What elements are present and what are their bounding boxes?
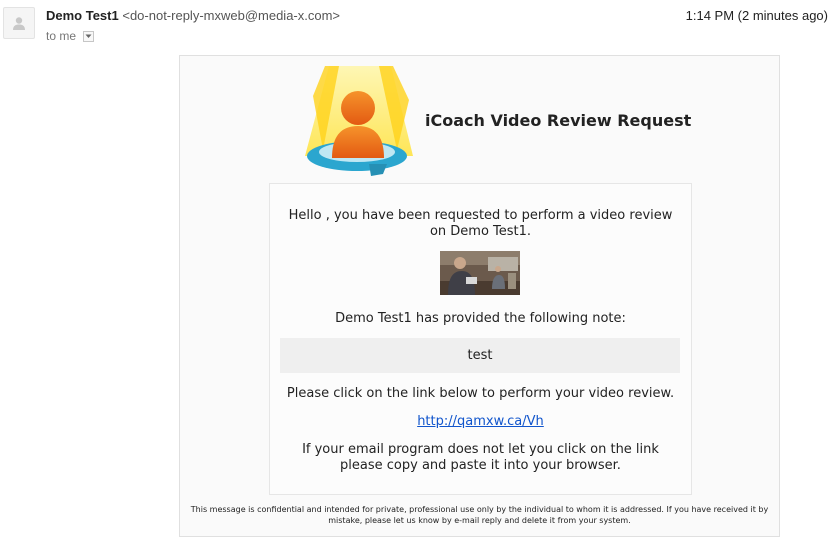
confidentiality-disclaimer: This message is confidential and intende… bbox=[190, 505, 769, 525]
recipient-label: to me bbox=[46, 29, 77, 43]
sender-email: <do-not-reply-mxweb@media-x.com> bbox=[122, 8, 341, 23]
email-title: iCoach Video Review Request bbox=[425, 111, 692, 130]
email-card: iCoach Video Review Request Hello , you … bbox=[179, 55, 780, 537]
video-thumbnail-image bbox=[440, 251, 520, 295]
message-panel: Hello , you have been requested to perfo… bbox=[269, 183, 692, 495]
message-timestamp: 1:14 PM (2 minutes ago) bbox=[685, 8, 828, 23]
icoach-logo bbox=[305, 66, 413, 176]
greeting-text: Hello , you have been requested to perfo… bbox=[288, 208, 673, 239]
note-box: test bbox=[280, 338, 680, 373]
recipient-line: to me bbox=[46, 28, 95, 44]
person-silhouette-icon bbox=[13, 17, 25, 30]
chevron-down-icon bbox=[85, 34, 92, 38]
note-intro-text: Demo Test1 has provided the following no… bbox=[335, 311, 626, 326]
show-details-button[interactable] bbox=[83, 30, 95, 42]
note-text: test bbox=[467, 348, 493, 363]
copy-paste-instructions: If your email program does not let you c… bbox=[302, 442, 659, 473]
video-review-link[interactable]: http://qamxw.ca/Vh bbox=[270, 414, 691, 430]
sender-line: Demo Test1 <do-not-reply-mxweb@media-x.c… bbox=[46, 8, 340, 24]
sender-avatar[interactable] bbox=[3, 7, 35, 39]
sender-name[interactable]: Demo Test1 bbox=[46, 8, 119, 23]
video-thumbnail[interactable] bbox=[440, 251, 520, 295]
instructions-text: Please click on the link below to perfor… bbox=[286, 386, 675, 401]
